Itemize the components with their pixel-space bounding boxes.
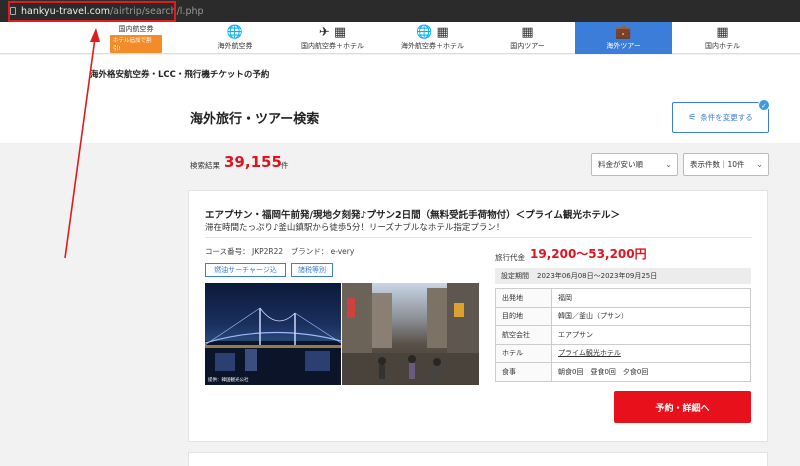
result-label: 検索結果 xyxy=(190,161,220,170)
hotel-icon: ▦ xyxy=(716,24,729,40)
book-details-button[interactable]: 予約・詳細へ xyxy=(614,391,751,423)
suitcase-icon: 💼 xyxy=(615,24,632,40)
result-unit: 件 xyxy=(281,161,289,170)
info-value: 福岡 xyxy=(551,288,751,308)
url-highlight-box xyxy=(8,1,176,22)
sliders-icon: ⚟ xyxy=(688,112,697,123)
table-row: 出発地 福岡 xyxy=(495,288,751,308)
tab-label: 国内ツアー xyxy=(510,41,545,50)
bridge-night-photo: 提供：韓国観光公社 xyxy=(205,283,341,385)
tab-label: 海外ツアー xyxy=(606,41,641,50)
sort-select-value: 料金が安い順 xyxy=(598,160,643,169)
fuel-surcharge-tag: 燃油サーチャージ込 xyxy=(205,263,286,277)
info-key: 食事 xyxy=(495,362,552,382)
info-value: 韓国／釜山（プサン） xyxy=(551,306,751,326)
tab-domestic-flight-hotel[interactable]: ✈ ▦ 国内航空券＋ホテル xyxy=(285,22,380,54)
taxes-tag: 諸税等別 xyxy=(291,263,333,277)
globe-hotel-icon: 🌐 ▦ xyxy=(416,24,449,40)
tab-domestic-hotels[interactable]: ▦ 国内ホテル xyxy=(680,22,765,54)
tab-label: 国内ホテル xyxy=(705,41,740,50)
page-title: 海外旅行・ツアー検索 xyxy=(190,112,320,127)
tab-label: 国内航空券 xyxy=(118,24,154,33)
page-subtitle: 海外格安航空券・LCC・飛行機チケットの予約 xyxy=(90,70,270,80)
table-row: 目的地 韓国／釜山（プサン） xyxy=(495,306,751,326)
info-key: 目的地 xyxy=(495,306,552,326)
info-value: プライム観光ホテル xyxy=(551,343,751,363)
tab-domestic-tours[interactable]: ▦ 国内ツアー xyxy=(485,22,570,54)
info-key: ホテル xyxy=(495,343,552,363)
globe-plane-icon: 🌐 xyxy=(226,24,244,40)
street-photo xyxy=(342,283,479,385)
info-value: 朝食0回 昼食0回 夕食0回 xyxy=(551,362,751,382)
table-row: 食事 朝食0回 昼食0回 夕食0回 xyxy=(495,362,751,382)
discount-badge: ホテル追加で割引! xyxy=(110,34,162,53)
tab-domestic-flights[interactable]: 国内航空券 ホテル追加で割引! xyxy=(110,22,162,54)
per-page-select-value: 表示件数｜10件 xyxy=(690,160,745,169)
tour-title[interactable]: エアプサン・福岡午前発/現地夕刻発♪プサン2日間（無料受託手荷物付）＜プライム観… xyxy=(205,207,620,221)
hotel-link[interactable]: プライム観光ホテル xyxy=(558,349,621,357)
table-row: ホテル プライム観光ホテル xyxy=(495,343,751,363)
tab-overseas-tours[interactable]: 💼 海外ツアー xyxy=(575,22,672,54)
price-label: 旅行代金 xyxy=(495,253,525,262)
tab-overseas-flights[interactable]: 🌐 海外航空券 xyxy=(195,22,275,54)
sort-select[interactable]: 料金が安い順 ⌄ xyxy=(591,153,678,176)
chevron-down-icon: ⌄ xyxy=(665,160,672,169)
category-nav: 国内航空券 ホテル追加で割引! 🌐 海外航空券 ✈ ▦ 国内航空券＋ホテル 🌐 … xyxy=(0,22,800,54)
plane-hotel-icon: ✈ ▦ xyxy=(318,24,347,40)
table-row: 航空会社 エアプサン xyxy=(495,325,751,345)
card-divider xyxy=(205,237,752,238)
result-count: 39,155 xyxy=(224,153,282,171)
course-info: コース番号： JKP2R22 ブランド： e-very xyxy=(205,247,355,256)
change-conditions-button[interactable]: ⚟ 条件を変更する xyxy=(672,102,769,133)
chevron-down-icon: ⌄ xyxy=(756,160,763,169)
period-label: 設定期間 xyxy=(501,272,529,280)
period-box: 設定期間 2023年06月08日〜2023年09月25日 xyxy=(495,268,751,284)
photo-caption: 提供：韓国観光公社 xyxy=(208,378,249,383)
tour-description: 滞在時間たっぷり♪釜山鎮駅から徒歩5分！リーズナブルなホテル指定プラン！ xyxy=(205,223,505,233)
info-value: エアプサン xyxy=(551,325,751,345)
tab-label: 国内航空券＋ホテル xyxy=(301,41,364,50)
tab-label: 海外航空券＋ホテル xyxy=(401,41,464,50)
tour-info-table: 出発地 福岡 目的地 韓国／釜山（プサン） 航空会社 エアプサン ホテル プライム観光ホ… xyxy=(495,288,751,382)
next-tour-card xyxy=(188,452,768,466)
tab-overseas-flight-hotel[interactable]: 🌐 ▦ 海外航空券＋ホテル xyxy=(385,22,480,54)
change-conditions-label: 条件を変更する xyxy=(700,113,753,122)
info-key: 出発地 xyxy=(495,288,552,308)
info-key: 航空会社 xyxy=(495,325,552,345)
period-value: 2023年06月08日〜2023年09月25日 xyxy=(537,272,658,280)
check-icon: ✓ xyxy=(758,99,770,111)
tab-label: 海外航空券 xyxy=(217,41,253,50)
tour-price: 19,200〜53,200円 xyxy=(530,247,647,261)
per-page-select[interactable]: 表示件数｜10件 ⌄ xyxy=(683,153,769,176)
building-icon: ▦ xyxy=(521,24,534,40)
